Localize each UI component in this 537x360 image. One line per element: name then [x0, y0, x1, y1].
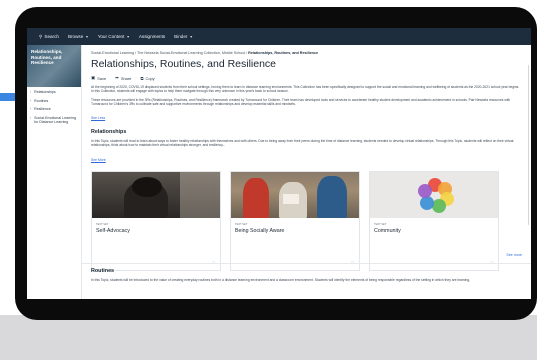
scrollbar[interactable] — [527, 65, 529, 225]
nav-assignments[interactable]: Assignments — [139, 34, 165, 39]
card-title: Being Socially Aware — [235, 227, 285, 234]
copy-icon: ⧉ — [140, 75, 144, 81]
chevron-right-icon: › — [30, 107, 32, 111]
collection-sidebar: Relationships, Routines, and Resilience … — [27, 45, 82, 299]
routines-section: Routines In this Topic, students will be… — [91, 268, 511, 282]
sidebar-hero-image: Relationships, Routines, and Resilience — [27, 45, 81, 87]
intro-paragraph-2: These resources are provided in the 3Rs … — [91, 97, 511, 106]
breadcrumb-path[interactable]: Social-Emotional Learning / The Newsela … — [91, 51, 248, 55]
card-type: TEXT SET — [235, 222, 248, 226]
card-image — [231, 171, 359, 218]
chevron-right-icon: › — [30, 115, 32, 120]
chevron-right-icon: › — [30, 90, 32, 94]
sidebar-item-routines[interactable]: › Routines — [30, 99, 81, 104]
action-bar: ▣ Save ➦ Share ⧉ Copy — [91, 75, 522, 81]
chevron-down-icon: ▼ — [85, 34, 89, 39]
card-being-socially-aware[interactable]: TEXT SET Being Socially Aware □ — [230, 170, 360, 271]
save-button[interactable]: ▣ Save — [91, 75, 106, 81]
see-less-link[interactable]: See Less — [91, 116, 105, 120]
intro-paragraph-1: At the beginning of 2020, COVID-19 displ… — [91, 85, 520, 94]
bookmark-icon: ▣ — [91, 75, 96, 80]
share-icon: ➦ — [115, 75, 119, 80]
sidebar-item-distance-learning[interactable]: › Social-Emotional Learning for Distance… — [30, 116, 81, 125]
card-image — [370, 171, 498, 218]
copy-button[interactable]: ⧉ Copy — [140, 75, 154, 81]
relationships-description: In this Topic, students will read to lea… — [91, 139, 514, 148]
search-icon: ⚲ — [39, 33, 43, 39]
routines-heading: Routines — [91, 268, 115, 274]
see-more-link[interactable]: See More — [91, 158, 106, 162]
card-row: TEXT SET Self-Advocacy □ TEXT SET Being … — [91, 170, 522, 271]
nav-your-content[interactable]: Your Content ▼ — [98, 34, 130, 39]
card-community[interactable]: TEXT SET Community □ — [369, 170, 499, 271]
chevron-right-icon: › — [30, 98, 32, 103]
see-more-cards-link[interactable]: See more — [506, 253, 522, 257]
section-divider — [82, 263, 531, 264]
sidebar-item-relationships[interactable]: › Relationships — [30, 90, 81, 95]
card-title: Community — [374, 227, 401, 234]
share-button[interactable]: ➦ Share — [115, 75, 131, 81]
card-image — [92, 171, 220, 218]
routines-description: In this Topic, students will be introduc… — [91, 278, 471, 282]
card-title: Self-Advocacy — [96, 227, 130, 234]
main-content: Social-Emotional Learning / The Newsela … — [82, 45, 531, 299]
card-type: TEXT SET — [374, 222, 387, 226]
sidebar-hero-title: Relationships, Routines, and Resilience — [31, 49, 63, 66]
relationships-heading: Relationships — [91, 129, 127, 136]
nav-search[interactable]: ⚲ Search — [39, 34, 59, 40]
breadcrumb-current: Relationships, Routines, and Resilience — [248, 51, 319, 55]
breadcrumb: Social-Emotional Learning / The Newsela … — [91, 51, 522, 55]
device-screen: ⚲ Search Browse ▼ Your Content ▼ Assignm… — [27, 28, 531, 299]
top-navigation: ⚲ Search Browse ▼ Your Content ▼ Assignm… — [27, 28, 531, 45]
sidebar-item-resilience[interactable]: › Resilience — [30, 107, 81, 112]
card-self-advocacy[interactable]: TEXT SET Self-Advocacy □ — [91, 170, 221, 271]
chevron-down-icon: ▼ — [189, 34, 193, 39]
card-type: TEXT SET — [96, 222, 109, 226]
nav-binder[interactable]: Binder ▼ — [174, 34, 193, 39]
chevron-down-icon: ▼ — [126, 34, 130, 39]
nav-browse[interactable]: Browse ▼ — [68, 34, 89, 39]
page-title: Relationships, Routines, and Resilience — [91, 58, 277, 70]
